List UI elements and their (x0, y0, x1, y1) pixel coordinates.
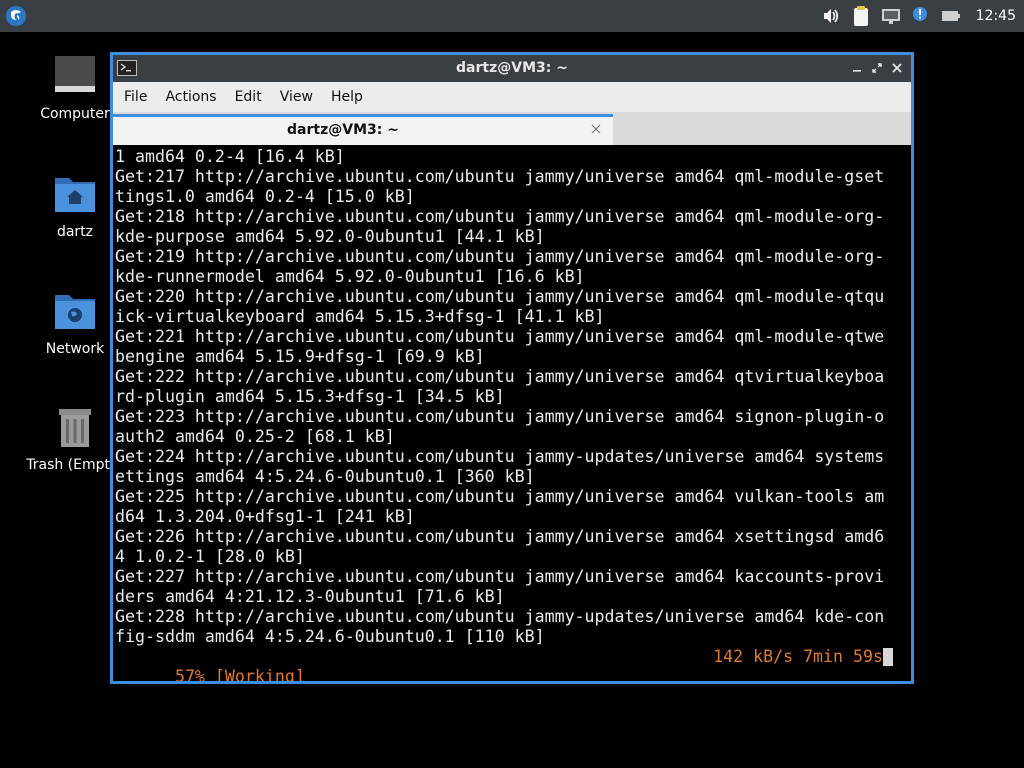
top-panel: 12:45 (0, 0, 1024, 32)
terminal-line: kde-runnermodel amd64 5.92.0-0ubuntu1 [1… (115, 267, 585, 286)
window-controls (847, 58, 907, 78)
close-icon (591, 124, 601, 134)
terminal-line: Get:221 http://archive.ubuntu.com/ubuntu… (115, 327, 885, 346)
terminal-line: Get:219 http://archive.ubuntu.com/ubuntu… (115, 247, 885, 266)
notification-icon[interactable] (910, 5, 932, 27)
terminal-line: Get:220 http://archive.ubuntu.com/ubuntu… (115, 287, 885, 306)
close-button[interactable] (887, 58, 907, 78)
menu-bar: File Actions Edit View Help (113, 82, 911, 112)
window-title: dartz@VM3: ~ (456, 60, 568, 76)
terminal-line: 4 1.0.2-1 [28.0 kB] (115, 547, 305, 566)
terminal-line: Get:217 http://archive.ubuntu.com/ubuntu… (115, 167, 885, 186)
window-titlebar[interactable]: dartz@VM3: ~ (113, 55, 911, 82)
terminal-line: 1 amd64 0.2-4 [16.4 kB] (115, 147, 345, 166)
minimize-button[interactable] (847, 58, 867, 78)
network-icon[interactable] (880, 5, 902, 27)
terminal-window: dartz@VM3: ~ File Actions Edit View Help… (110, 52, 914, 684)
volume-icon[interactable] (820, 5, 842, 27)
menu-file[interactable]: File (121, 82, 156, 112)
close-icon (892, 63, 902, 73)
computer-icon (55, 56, 95, 92)
menu-edit[interactable]: Edit (232, 82, 271, 112)
menu-view[interactable]: View (277, 82, 322, 112)
download-rate: 142 kB/s 7min 59s (713, 647, 883, 666)
network-folder-icon (55, 295, 95, 329)
terminal-line: d64 1.3.204.0+dfsg1-1 [241 kB] (115, 507, 415, 526)
terminal-line: auth2 amd64 0.25-2 [68.1 kB] (115, 427, 395, 446)
terminal-line: bengine amd64 5.15.9+dfsg-1 [69.9 kB] (115, 347, 485, 366)
terminal-tab[interactable]: dartz@VM3: ~ (113, 114, 613, 145)
terminal-line: Get:223 http://archive.ubuntu.com/ubuntu… (115, 407, 885, 426)
tab-close-button[interactable] (587, 120, 605, 138)
terminal-line: Get:226 http://archive.ubuntu.com/ubuntu… (115, 527, 885, 546)
terminal-line: rd-plugin amd64 5.15.3+dfsg-1 [34.5 kB] (115, 387, 505, 406)
terminal-cursor (883, 648, 893, 666)
restore-icon (872, 63, 882, 73)
battery-icon[interactable] (940, 5, 962, 27)
tab-title: dartz@VM3: ~ (287, 122, 399, 138)
apt-progress-line: 57% [Working] 142 kB/s 7min 59s (115, 647, 911, 681)
start-menu-button[interactable] (4, 4, 28, 28)
terminal-line: ettings amd64 4:5.24.6-0ubuntu0.1 [360 k… (115, 467, 535, 486)
terminal-line: fig-sddm amd64 4:5.24.6-0ubuntu0.1 [110 … (115, 627, 545, 646)
maximize-button[interactable] (867, 58, 887, 78)
lxqt-start-icon (6, 6, 26, 26)
terminal-line: kde-purpose amd64 5.92.0-0ubuntu1 [44.1 … (115, 227, 545, 246)
terminal-line: Get:218 http://archive.ubuntu.com/ubuntu… (115, 207, 885, 226)
terminal-line: tings1.0 amd64 0.2-4 [15.0 kB] (115, 187, 415, 206)
terminal-output[interactable]: 1 amd64 0.2-4 [16.4 kB] Get:217 http://a… (113, 147, 911, 681)
system-tray: 12:45 (820, 0, 1024, 32)
terminal-line: Get:225 http://archive.ubuntu.com/ubuntu… (115, 487, 885, 506)
clipboard-icon[interactable] (850, 5, 872, 27)
menu-help[interactable]: Help (328, 82, 372, 112)
home-folder-icon (55, 178, 95, 212)
clock[interactable]: 12:45 (976, 8, 1016, 24)
terminal-line: ick-virtualkeyboard amd64 5.15.3+dfsg-1 … (115, 307, 605, 326)
terminal-line: ders amd64 4:21.12.3-0ubuntu1 [71.6 kB] (115, 587, 505, 606)
tab-bar: dartz@VM3: ~ (113, 112, 911, 145)
minimize-icon (853, 70, 861, 72)
terminal-line: Get:227 http://archive.ubuntu.com/ubuntu… (115, 567, 885, 586)
terminal-line: Get:222 http://archive.ubuntu.com/ubuntu… (115, 367, 885, 386)
progress-status: 57% [Working] (174, 667, 305, 681)
terminal-line: Get:224 http://archive.ubuntu.com/ubuntu… (115, 447, 885, 466)
terminal-line: Get:228 http://archive.ubuntu.com/ubuntu… (115, 607, 885, 626)
trash-icon (59, 409, 91, 447)
menu-actions[interactable]: Actions (162, 82, 225, 112)
